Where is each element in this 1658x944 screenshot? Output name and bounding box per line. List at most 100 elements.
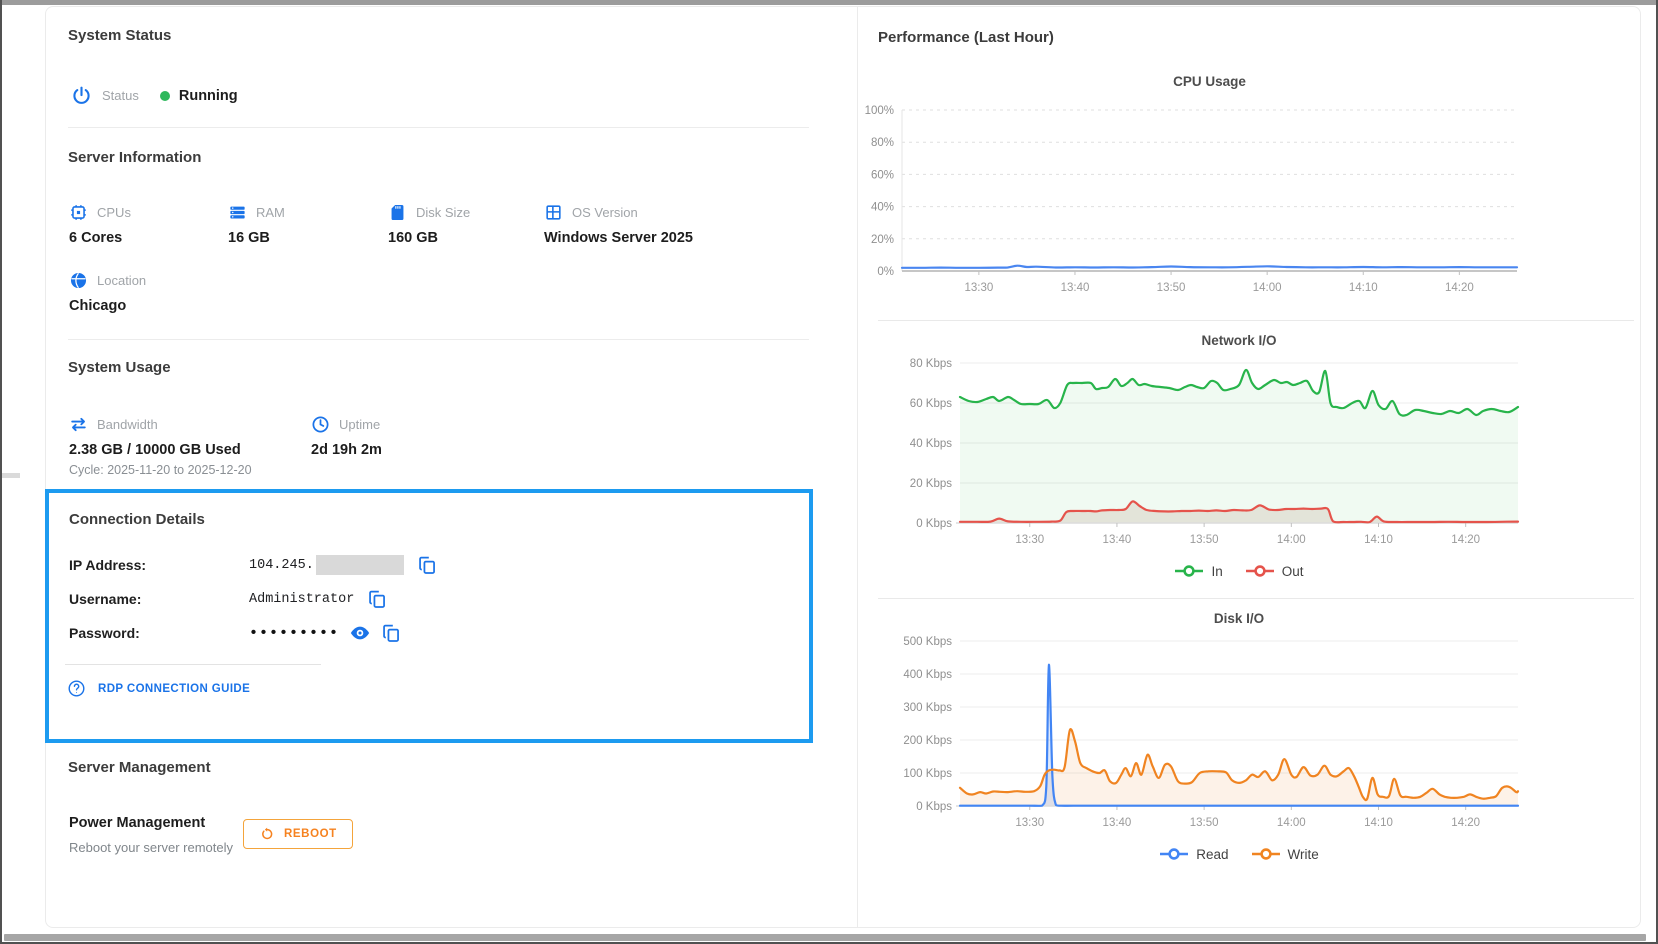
svg-text:14:10: 14:10 bbox=[1364, 817, 1393, 829]
info-item-disk-size: Disk Size 160 GB bbox=[388, 203, 470, 246]
uptime-label: Uptime bbox=[339, 417, 381, 432]
ip-address-label: IP Address: bbox=[69, 557, 147, 573]
power-management-title: Power Management bbox=[69, 815, 206, 831]
read-legend-marker-icon bbox=[1160, 848, 1189, 860]
svg-text:80%: 80% bbox=[871, 137, 894, 149]
os-version-value: Windows Server 2025 bbox=[544, 230, 693, 246]
svg-text:0%: 0% bbox=[877, 266, 894, 278]
bandwidth-value: 2.38 GB / 10000 GB Used bbox=[69, 442, 241, 458]
svg-text:60%: 60% bbox=[871, 169, 894, 181]
divider bbox=[878, 598, 1634, 599]
copy-password-button[interactable] bbox=[381, 623, 402, 644]
ram-label: RAM bbox=[256, 205, 285, 220]
svg-text:13:50: 13:50 bbox=[1190, 534, 1219, 546]
status-label: Status bbox=[102, 88, 139, 103]
cpu-icon bbox=[71, 205, 86, 220]
svg-text:13:30: 13:30 bbox=[1015, 817, 1044, 829]
cpus-label: CPUs bbox=[97, 205, 131, 220]
copy-ip-button[interactable] bbox=[417, 555, 438, 576]
disk-io-chart-title: Disk I/O bbox=[1213, 611, 1265, 626]
svg-text:100%: 100% bbox=[865, 105, 894, 117]
divider bbox=[878, 320, 1634, 321]
location-label: Location bbox=[97, 273, 147, 288]
username-row: Username: Administrator bbox=[69, 588, 789, 610]
window-top-edge bbox=[2, 0, 1656, 5]
svg-text:14:10: 14:10 bbox=[1349, 282, 1378, 294]
legend-item-write[interactable]: Write bbox=[1251, 847, 1319, 862]
location-value: Chicago bbox=[69, 298, 127, 314]
show-password-button[interactable] bbox=[349, 622, 371, 644]
svg-text:40 Kbps: 40 Kbps bbox=[910, 438, 952, 450]
svg-text:13:30: 13:30 bbox=[964, 282, 993, 294]
legend-item-read[interactable]: Read bbox=[1159, 846, 1229, 862]
rdp-guide-link[interactable]: RDP CONNECTION GUIDE bbox=[67, 679, 789, 698]
bandwidth-label: Bandwidth bbox=[97, 417, 158, 432]
status-dot bbox=[159, 90, 170, 101]
ram-icon bbox=[230, 206, 245, 219]
svg-text:20%: 20% bbox=[871, 234, 894, 246]
username-value: Administrator bbox=[249, 591, 355, 607]
usage-item-bandwidth: Bandwidth 2.38 GB / 10000 GB Used Cycle:… bbox=[69, 415, 252, 477]
svg-text:80 Kbps: 80 Kbps bbox=[910, 358, 952, 370]
legend-item-out[interactable]: Out bbox=[1245, 564, 1304, 579]
status-row: Status Running bbox=[71, 85, 238, 106]
horizontal-scrollbar[interactable] bbox=[4, 934, 1646, 941]
password-row: Password: ••••••••• bbox=[69, 622, 789, 644]
copy-username-button[interactable] bbox=[367, 589, 388, 610]
svg-text:13:30: 13:30 bbox=[1015, 534, 1044, 546]
svg-text:0 Kbps: 0 Kbps bbox=[916, 801, 952, 813]
svg-text:200 Kbps: 200 Kbps bbox=[903, 735, 952, 747]
performance-panel-title: Performance (Last Hour) bbox=[878, 29, 1054, 46]
section-title-system-usage: System Usage bbox=[68, 359, 171, 376]
divider bbox=[68, 339, 809, 340]
svg-text:13:50: 13:50 bbox=[1157, 282, 1186, 294]
svg-text:300 Kbps: 300 Kbps bbox=[903, 702, 952, 714]
section-title-server-information: Server Information bbox=[68, 149, 202, 166]
uptime-value: 2d 19h 2m bbox=[311, 442, 382, 458]
legend-label-in: In bbox=[1211, 563, 1223, 579]
svg-text:14:00: 14:00 bbox=[1277, 817, 1306, 829]
svg-text:13:50: 13:50 bbox=[1190, 817, 1219, 829]
svg-text:60 Kbps: 60 Kbps bbox=[910, 398, 952, 410]
bandwidth-icon bbox=[71, 417, 86, 432]
password-label: Password: bbox=[69, 625, 140, 641]
ip-address-redacted bbox=[315, 555, 404, 575]
svg-text:500 Kbps: 500 Kbps bbox=[903, 636, 952, 648]
copy-icon bbox=[419, 556, 435, 574]
write-legend-marker-icon bbox=[1251, 848, 1280, 860]
network-io-legend: In Out bbox=[960, 559, 1518, 583]
reboot-button[interactable]: REBOOT bbox=[243, 819, 353, 849]
svg-text:13:40: 13:40 bbox=[1061, 282, 1090, 294]
info-item-location: Location Chicago bbox=[69, 271, 146, 314]
svg-text:14:00: 14:00 bbox=[1253, 282, 1282, 294]
section-title-system-status: System Status bbox=[68, 27, 172, 44]
page-scroll-artifact bbox=[2, 473, 20, 478]
connection-details-box: Connection Details IP Address: 104.245. … bbox=[45, 489, 813, 743]
in-legend-marker-icon bbox=[1175, 565, 1204, 577]
help-icon bbox=[68, 680, 85, 697]
password-masked-value: ••••••••• bbox=[249, 624, 340, 642]
svg-text:14:20: 14:20 bbox=[1451, 534, 1480, 546]
os-icon bbox=[546, 205, 561, 220]
server-details-panel: System Status Status Running Server Info… bbox=[45, 7, 857, 927]
legend-label-read: Read bbox=[1196, 846, 1229, 862]
ip-address-row: IP Address: 104.245. bbox=[69, 554, 789, 576]
svg-text:100 Kbps: 100 Kbps bbox=[903, 768, 952, 780]
svg-text:13:40: 13:40 bbox=[1103, 534, 1132, 546]
info-item-cpus: CPUs 6 Cores bbox=[69, 203, 131, 246]
divider bbox=[65, 664, 321, 665]
disk-io-legend: Read Write bbox=[960, 842, 1518, 866]
usage-item-uptime: Uptime 2d 19h 2m bbox=[311, 415, 382, 458]
disk-io-chart: 0 Kbps 100 Kbps 200 Kbps 300 Kbps 400 Kbps 50… bbox=[858, 631, 1642, 840]
reboot-button-label: REBOOT bbox=[284, 828, 337, 840]
legend-label-out: Out bbox=[1281, 563, 1304, 579]
rdp-guide-label: RDP CONNECTION GUIDE bbox=[98, 682, 251, 695]
location-icon bbox=[70, 272, 87, 289]
power-management-subtitle: Reboot your server remotely bbox=[69, 840, 234, 855]
copy-icon bbox=[369, 590, 386, 608]
disk-icon bbox=[391, 204, 404, 221]
cpu-usage-chart: 0% 20% 40% 60% 80% 100% 13:30 13:40 13:50 14:00 14… bbox=[858, 94, 1642, 305]
svg-text:400 Kbps: 400 Kbps bbox=[903, 669, 952, 681]
legend-item-in[interactable]: In bbox=[1174, 563, 1223, 579]
dashboard-card: System Status Status Running Server Info… bbox=[45, 6, 1641, 928]
